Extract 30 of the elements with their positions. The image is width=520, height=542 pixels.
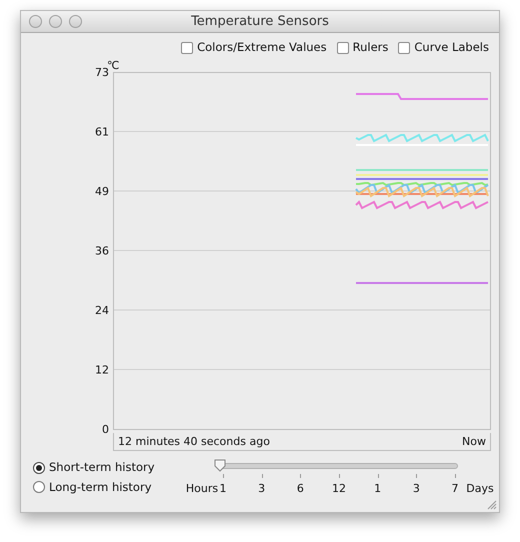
slider-tick-label: 1 <box>220 481 226 498</box>
slider-tick-label: 3 <box>258 481 266 498</box>
slider-tick-label: 1 <box>374 481 382 498</box>
y-tick-label: 73 <box>95 66 109 80</box>
zoom-button[interactable] <box>69 15 82 28</box>
y-tick-label: 49 <box>95 185 109 198</box>
y-tick-label: 0 <box>102 423 109 434</box>
slider-tick-label: 12 <box>332 481 346 498</box>
unit-label: ℃ <box>107 59 120 72</box>
y-tick-label: 61 <box>95 126 109 139</box>
option-checkbox[interactable]: Rulers <box>336 39 388 56</box>
y-tick-label: 36 <box>95 244 109 258</box>
slider-thumb[interactable] <box>214 459 226 472</box>
close-button[interactable] <box>29 15 42 28</box>
slider-tick-label: 6 <box>296 481 304 498</box>
history-radio[interactable]: Long-term history <box>33 478 168 496</box>
window-title: Temperature Sensors <box>191 14 329 29</box>
option-checkbox[interactable]: Curve Labels <box>398 39 489 56</box>
y-tick-label: 24 <box>95 304 109 318</box>
slider-tick-label: 3 <box>412 481 420 498</box>
y-tick-label: 12 <box>95 364 109 377</box>
days-label: Days <box>466 481 494 498</box>
history-radio[interactable]: Short-term history <box>33 459 168 476</box>
slider-tick-label: 7 <box>452 481 458 498</box>
minimize-button[interactable] <box>49 15 62 28</box>
start-time-label: 12 minutes 40 seconds ago <box>118 434 270 450</box>
resize-grip-icon[interactable] <box>487 500 497 510</box>
end-time-label: Now <box>462 434 486 450</box>
hours-label: Hours <box>186 481 218 498</box>
option-checkbox[interactable]: Colors/Extreme Values <box>181 39 327 56</box>
